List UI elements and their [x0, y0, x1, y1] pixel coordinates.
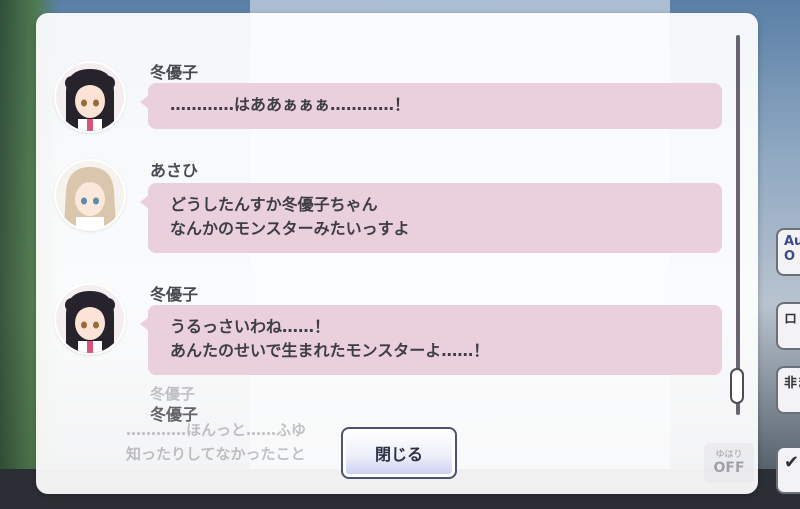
- log-button-label: ロ: [784, 312, 798, 327]
- close-button[interactable]: 閉じる: [341, 427, 457, 479]
- confirm-button[interactable]: ✔: [776, 446, 800, 494]
- hide-button[interactable]: 非ま: [776, 366, 800, 414]
- check-icon: ✔: [784, 452, 800, 473]
- auto-toggle: ゆはり OFF: [704, 443, 754, 483]
- speaker-name: あさひ: [150, 161, 199, 180]
- dialogue-line: うるっさいわね……！: [170, 317, 331, 336]
- dialogue-line: …………はああぁぁぁ…………！: [170, 95, 411, 114]
- fuyuko-portrait-icon: [56, 63, 124, 131]
- auto-toggle-state: OFF: [713, 460, 745, 476]
- log-button[interactable]: ロ: [776, 302, 800, 350]
- fuyuko-portrait-icon: [56, 285, 124, 353]
- auto-button-sub: O: [784, 249, 796, 264]
- dialogue-bubble: どうしたんすか冬優子ちゃん なんかのモンスターみたいっすよ: [140, 183, 722, 253]
- speaker-name: 冬優子: [150, 63, 199, 82]
- avatar-fuyuko: [56, 63, 124, 131]
- avatar-fuyuko: [56, 285, 124, 353]
- dialogue-line: どうしたんすか冬優子ちゃん: [170, 195, 378, 214]
- dialogue-line: あんたのせいで生まれたモンスターよ……！: [170, 341, 490, 360]
- dialogue-log-modal: 冬優子 …………はああぁぁぁ…………！ あさひ どうしたんすか冬優子ちゃん なん…: [36, 13, 758, 494]
- scrollbar-track[interactable]: [736, 35, 740, 415]
- dialogue-log-list[interactable]: 冬優子 …………はああぁぁぁ…………！ あさひ どうしたんすか冬優子ちゃん なん…: [36, 13, 736, 494]
- underlying-dialogue-line: 知ったりしてなかったこと: [126, 445, 306, 463]
- dialogue-line: なんかのモンスターみたいっすよ: [170, 219, 410, 238]
- scrollbar-thumb[interactable]: [730, 368, 744, 404]
- underlying-dialogue-line: …………ほんっと……ふゆ: [126, 421, 307, 439]
- dialogue-bubble: うるっさいわね……！ あんたのせいで生まれたモンスターよ……！: [140, 305, 722, 375]
- asahi-portrait-icon: [56, 161, 124, 229]
- hide-button-label: 非ま: [784, 376, 800, 391]
- auto-button[interactable]: Au O: [776, 228, 800, 276]
- auto-toggle-label: ゆはり: [715, 450, 743, 460]
- avatar-asahi: [56, 161, 124, 229]
- dialogue-bubble: …………はああぁぁぁ…………！: [140, 83, 722, 129]
- auto-button-label: Au: [784, 234, 800, 249]
- speaker-name: 冬優子: [150, 285, 199, 304]
